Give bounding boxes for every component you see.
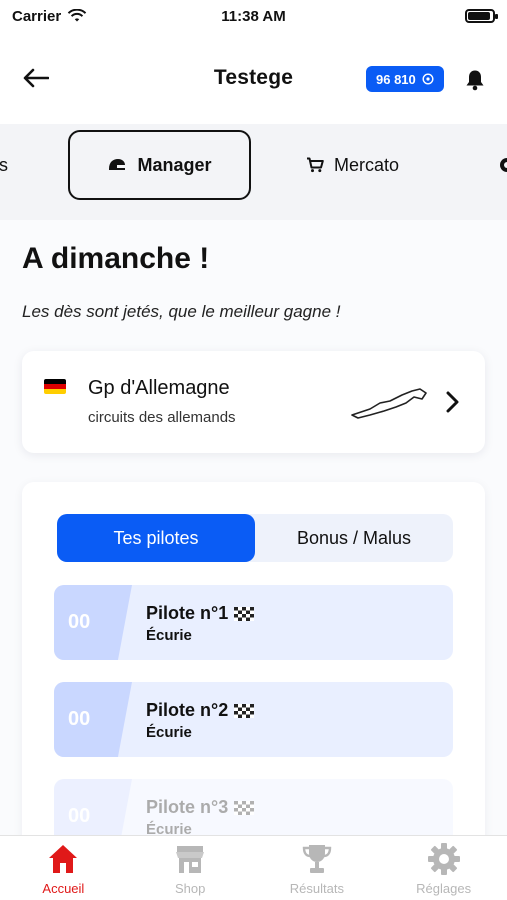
pilot-name-row: Pilote n°1 xyxy=(146,603,255,624)
bottom-nav: Accueil Shop Résultats Réglages xyxy=(0,835,507,900)
clock: 11:38 AM xyxy=(221,7,286,25)
coin-icon xyxy=(422,73,434,85)
nav-home[interactable]: Accueil xyxy=(0,836,127,900)
section-tabs: ts Manager Mercato xyxy=(0,124,507,220)
helmet-icon xyxy=(109,159,126,170)
nav-label: Accueil xyxy=(42,880,85,896)
tab-manager[interactable]: Manager xyxy=(68,130,251,200)
pilot-team: Écurie xyxy=(146,821,192,835)
pilot-team: Écurie xyxy=(146,627,192,644)
status-bar: Carrier 11:38 AM xyxy=(0,0,507,32)
credits-badge[interactable]: 96 810 xyxy=(366,66,444,92)
nav-results[interactable]: Résultats xyxy=(254,836,381,900)
tab-settings[interactable] xyxy=(497,130,507,200)
circuit-track-icon xyxy=(351,388,427,419)
page-subtitle: Les dès sont jetés, que le meilleur gagn… xyxy=(22,302,341,321)
pilot-row[interactable]: 00 Pilote n°2 Écurie xyxy=(54,682,453,757)
nav-label: Réglages xyxy=(416,880,472,896)
pilot-number: 00 xyxy=(54,779,132,835)
nav-shop[interactable]: Shop xyxy=(127,836,254,900)
pilot-number: 00 xyxy=(54,682,132,757)
tab-label: ts xyxy=(0,154,9,175)
pilot-number: 00 xyxy=(54,585,132,660)
tab-mercato[interactable]: Mercato xyxy=(306,130,399,200)
home-icon xyxy=(49,844,78,873)
pilot-name: Pilote n°1 xyxy=(146,603,229,623)
segment-bonus-malus[interactable]: Bonus / Malus xyxy=(255,514,453,562)
germany-flag-icon xyxy=(44,379,66,394)
page-heading: A dimanche ! xyxy=(22,242,210,275)
gp-subtitle: circuits des allemands xyxy=(88,409,236,426)
checkered-flag-icon xyxy=(234,800,255,815)
checkered-flag-icon xyxy=(234,606,255,621)
team-panel: Tes pilotes Bonus / Malus 00 Pilote n°1 … xyxy=(22,482,485,835)
back-button[interactable] xyxy=(18,60,54,96)
gp-name: Gp d'Allemagne xyxy=(88,377,230,399)
pilot-row[interactable]: 00 Pilote n°3 Écurie xyxy=(54,779,453,835)
gear-icon xyxy=(427,842,460,875)
credits-value: 96 810 xyxy=(376,71,416,87)
bell-icon xyxy=(466,70,484,91)
segmented-control: Tes pilotes Bonus / Malus xyxy=(57,514,453,562)
main-content: A dimanche ! Les dès sont jetés, que le … xyxy=(0,220,507,835)
chevron-right-icon xyxy=(446,391,459,413)
cart-icon xyxy=(307,157,324,173)
pilot-team: Écurie xyxy=(146,724,192,741)
page-title: Testege xyxy=(213,66,294,89)
tab-results[interactable]: ts xyxy=(0,130,8,200)
pilot-name: Pilote n°3 xyxy=(146,797,229,817)
checkered-flag-icon xyxy=(234,703,255,718)
arrow-left-icon xyxy=(23,68,49,88)
tab-label: Manager xyxy=(137,154,212,175)
battery-icon xyxy=(465,9,498,23)
pilot-row[interactable]: 00 Pilote n°1 Écurie xyxy=(54,585,453,660)
gear-icon xyxy=(500,158,507,172)
app-header: Testege 96 810 xyxy=(0,32,507,124)
tab-label: Mercato xyxy=(334,154,400,175)
segment-pilots[interactable]: Tes pilotes xyxy=(57,514,255,562)
pilot-name: Pilote n°2 xyxy=(146,700,229,720)
trophy-icon xyxy=(302,844,332,873)
notifications-button[interactable] xyxy=(462,67,488,93)
nav-label: Résultats xyxy=(289,880,344,896)
shop-icon xyxy=(176,845,205,873)
nav-label: Shop xyxy=(174,880,206,896)
nav-settings[interactable]: Réglages xyxy=(380,836,507,900)
pilot-name-row: Pilote n°2 xyxy=(146,700,255,721)
pilot-name-row: Pilote n°3 xyxy=(146,797,255,818)
grand-prix-card[interactable]: Gp d'Allemagne circuits des allemands xyxy=(22,351,485,453)
